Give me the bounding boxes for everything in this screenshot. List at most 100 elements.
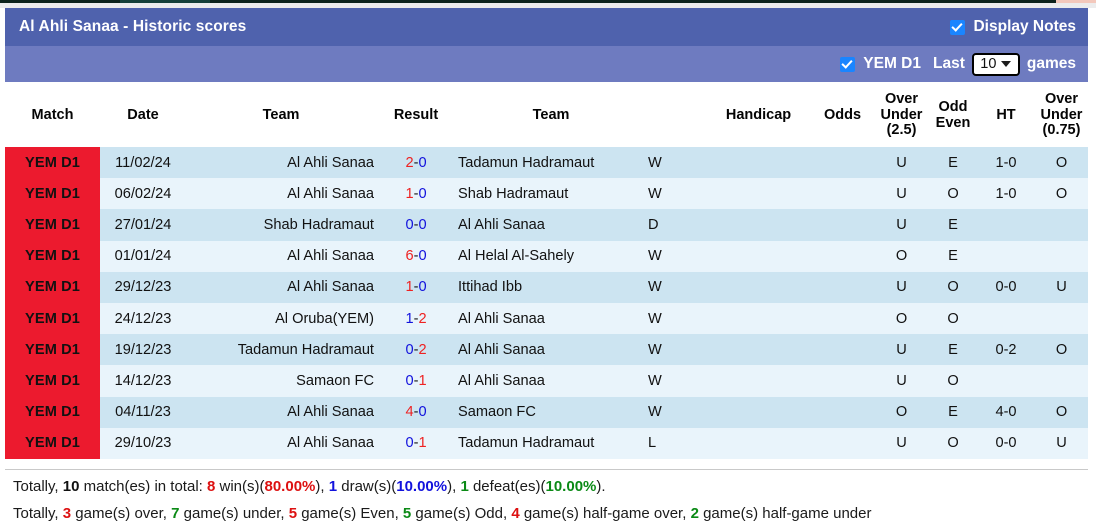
cell-over-under-25: U	[874, 365, 929, 397]
cell-handicap	[706, 396, 811, 428]
cell-outcome: W	[646, 365, 706, 397]
col-header-ht: HT	[977, 84, 1035, 147]
display-notes-control[interactable]: Display Notes	[950, 18, 1076, 36]
result-away-goals: 0	[418, 279, 427, 296]
cell-over-under-25: O	[874, 302, 929, 335]
cell-date: 04/11/23	[100, 396, 186, 428]
league-filter-control[interactable]: YEM D1	[840, 55, 921, 73]
result-home-goals: 1	[405, 279, 414, 296]
cell-away-team: Al Ahli Sanaa	[456, 334, 646, 366]
cell-date: 11/02/24	[100, 147, 186, 179]
table-row[interactable]: YEM D1 29/12/23 Al Ahli Sanaa 1-0 Ittihad Ib…	[5, 271, 1088, 303]
historic-scores-table: Match Date Team Result Team Handicap Odd…	[5, 84, 1088, 459]
summary-line-results: Totally, 10 match(es) in total: 8 win(s)…	[5, 470, 1088, 497]
result-away-goals: 2	[418, 341, 427, 358]
cell-outcome: W	[646, 302, 706, 335]
cell-odds	[811, 334, 874, 366]
summary-g-mid-4: game(s) Odd,	[411, 505, 512, 522]
summary-half-over-count: 4	[511, 505, 520, 522]
cell-halftime-score: 1-0	[977, 147, 1035, 179]
table-row[interactable]: YEM D1 01/01/24 Al Ahli Sanaa 6-0 Al Helal A…	[5, 240, 1088, 272]
summary-mid-1: match(es) in total:	[79, 478, 207, 495]
cell-over-under-075	[1035, 209, 1088, 241]
result-away-goals: 1	[418, 435, 427, 452]
games-count-select[interactable]: 10	[971, 52, 1020, 76]
summary-footer: Totally, 10 match(es) in total: 8 win(s)…	[5, 470, 1088, 524]
table-row[interactable]: YEM D1 29/10/23 Al Ahli Sanaa 0-1 Tadamun Ha…	[5, 427, 1088, 459]
cell-halftime-score	[977, 302, 1035, 335]
cell-result: 0-1	[376, 365, 456, 397]
table-row[interactable]: YEM D1 04/11/23 Al Ahli Sanaa 4-0 Samaon FC W…	[5, 396, 1088, 428]
summary-g-mid-5: game(s) half-game over,	[519, 505, 691, 522]
cell-odds	[811, 240, 874, 272]
scores-table-wrap: Match Date Team Result Team Handicap Odd…	[5, 84, 1088, 459]
cell-handicap	[706, 302, 811, 335]
header-filter-bar: YEM D1 Last 10 games	[5, 46, 1088, 82]
cell-result: 1-2	[376, 302, 456, 335]
cell-odds	[811, 396, 874, 428]
last-games-control: Last 10 games	[933, 52, 1076, 76]
result-home-goals: 1	[405, 310, 414, 327]
col-header-over-under-075: Over Under (0.75)	[1035, 84, 1088, 147]
table-row[interactable]: YEM D1 11/02/24 Al Ahli Sanaa 2-0 Tadamun Ha…	[5, 147, 1088, 179]
cell-handicap	[706, 365, 811, 397]
result-away-goals: 2	[418, 310, 427, 327]
cell-over-under-075: O	[1035, 334, 1088, 366]
cell-away-team: Tadamun Hadramaut	[456, 147, 646, 179]
cell-home-team: Shab Hadramaut	[186, 209, 376, 241]
table-row[interactable]: YEM D1 06/02/24 Al Ahli Sanaa 1-0 Shab Hadra…	[5, 178, 1088, 210]
col-header-away-team: Team	[456, 84, 646, 147]
cell-outcome: L	[646, 427, 706, 459]
cell-home-team: Al Ahli Sanaa	[186, 178, 376, 210]
summary-mid-3: ),	[315, 478, 329, 495]
table-row[interactable]: YEM D1 14/12/23 Samaon FC 0-1 Al Ahli Sanaa W…	[5, 365, 1088, 397]
result-home-goals: 0	[405, 216, 414, 233]
cell-odds	[811, 209, 874, 241]
cell-halftime-score: 0-0	[977, 271, 1035, 303]
cell-halftime-score: 0-0	[977, 427, 1035, 459]
cell-league: YEM D1	[5, 334, 100, 366]
summary-pre-2: Totally,	[13, 505, 63, 522]
col-header-ou25-line1: Over	[884, 91, 919, 108]
col-header-date: Date	[100, 84, 186, 147]
display-notes-checkbox[interactable]	[950, 19, 966, 35]
col-header-oe-line1: Odd	[938, 99, 968, 115]
result-away-goals: 0	[418, 404, 427, 421]
cell-handicap	[706, 271, 811, 303]
cell-halftime-score	[977, 365, 1035, 397]
cell-date: 01/01/24	[100, 240, 186, 272]
col-header-ou25-line3: (2.5)	[886, 122, 917, 139]
summary-over-count: 3	[62, 505, 72, 522]
cell-league: YEM D1	[5, 396, 100, 428]
cell-over-under-25: O	[874, 240, 929, 272]
cell-odd-even: O	[929, 365, 977, 397]
cell-over-under-075: O	[1035, 178, 1088, 210]
cell-outcome: W	[646, 147, 706, 179]
summary-win-pct: 80.00%	[264, 478, 316, 495]
table-row[interactable]: YEM D1 27/01/24 Shab Hadramaut 0-0 Al Ahli S…	[5, 209, 1088, 241]
result-home-goals: 1	[405, 185, 414, 202]
summary-pre-1: Totally,	[13, 478, 63, 495]
cell-odds	[811, 178, 874, 210]
cell-outcome: W	[646, 396, 706, 428]
cell-home-team: Al Ahli Sanaa	[186, 271, 376, 303]
cell-away-team: Al Helal Al-Sahely	[456, 240, 646, 272]
result-away-goals: 0	[418, 154, 427, 171]
table-row[interactable]: YEM D1 24/12/23 Al Oruba(YEM) 1-2 Al Ahli Sa…	[5, 302, 1088, 335]
cell-date: 27/01/24	[100, 209, 186, 241]
cell-handicap	[706, 427, 811, 459]
league-filter-checkbox[interactable]	[840, 56, 856, 72]
cell-date: 24/12/23	[100, 302, 186, 335]
games-label: games	[1026, 55, 1076, 72]
result-home-goals: 6	[405, 248, 414, 265]
cell-over-under-25: U	[874, 334, 929, 366]
col-header-oe-line2: Even	[935, 114, 971, 131]
cell-date: 06/02/24	[100, 178, 186, 210]
table-row[interactable]: YEM D1 19/12/23 Tadamun Hadramaut 0-2 Al Ahl…	[5, 334, 1088, 366]
chevron-down-icon	[1001, 61, 1012, 67]
cell-handicap	[706, 147, 811, 179]
cell-date: 29/10/23	[100, 427, 186, 459]
page-right-margin	[1088, 8, 1096, 532]
result-home-goals: 2	[405, 154, 414, 171]
scores-table-body: YEM D1 11/02/24 Al Ahli Sanaa 2-0 Tadamun Ha…	[5, 147, 1088, 459]
